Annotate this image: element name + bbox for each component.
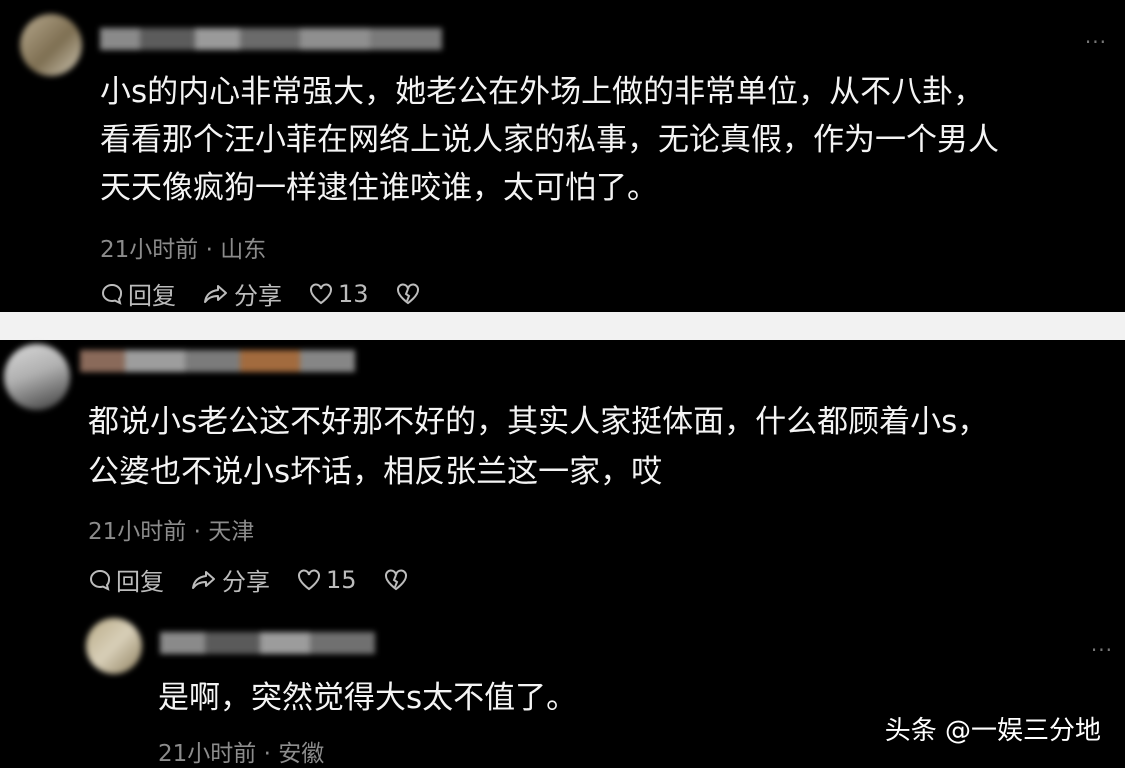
comment-meta: 21小时前 · 天津 xyxy=(88,519,255,545)
share-label: 分享 xyxy=(234,282,282,310)
share-icon xyxy=(204,284,227,303)
reply-button[interactable]: 回复 xyxy=(100,276,176,311)
dislike-button[interactable] xyxy=(395,282,425,306)
username-redacted[interactable] xyxy=(160,632,375,654)
comment-meta: 21小时前 · 山东 xyxy=(100,237,267,263)
comment-icon xyxy=(90,569,111,591)
comment-icon xyxy=(102,283,123,305)
comment-text-line: 小s的内心非常强大，她老公在外场上做的非常单位，从不八卦， xyxy=(100,74,985,110)
panel-divider xyxy=(0,312,1125,340)
comment-text-line: 看看那个汪小菲在网络上说人家的私事，无论真假，作为一个男人 xyxy=(100,122,999,158)
comment-text-line: 天天像疯狗一样逮住谁咬谁，太可怕了。 xyxy=(100,170,658,206)
share-icon xyxy=(192,570,215,589)
comment-text-line: 都说小s老公这不好那不好的，其实人家挺体面，什么都顾着小s， xyxy=(88,404,989,440)
more-icon[interactable]: ··· xyxy=(1085,30,1107,54)
broken-heart-icon xyxy=(396,282,419,304)
reply-label: 回复 xyxy=(128,282,176,310)
broken-heart-icon xyxy=(384,568,407,590)
username-redacted[interactable] xyxy=(100,28,442,50)
watermark: 头条 @一娱三分地 xyxy=(884,716,1101,746)
heart-icon xyxy=(298,568,320,590)
like-button[interactable]: 13 xyxy=(308,280,369,308)
comment-actions: 回复 分享 15 xyxy=(88,562,439,597)
username-redacted[interactable] xyxy=(80,350,355,372)
share-button[interactable]: 分享 xyxy=(202,276,282,311)
dislike-button[interactable] xyxy=(383,568,413,592)
comment-actions: 回复 分享 13 xyxy=(100,276,451,311)
share-label: 分享 xyxy=(222,568,270,596)
share-button[interactable]: 分享 xyxy=(190,562,270,597)
like-count: 13 xyxy=(338,279,369,308)
user-avatar[interactable] xyxy=(20,14,82,76)
like-button[interactable]: 15 xyxy=(296,566,357,594)
user-avatar[interactable] xyxy=(4,344,70,410)
comment-panel-1: ··· 小s的内心非常强大，她老公在外场上做的非常单位，从不八卦， 看看那个汪小… xyxy=(0,0,1125,312)
comment-panel-2: 都说小s老公这不好那不好的，其实人家挺体面，什么都顾着小s， 公婆也不说小s坏话… xyxy=(0,340,1125,767)
comment-text-line: 是啊，突然觉得大s太不值了。 xyxy=(158,680,578,716)
comment-text-line: 公婆也不说小s坏话，相反张兰这一家，哎 xyxy=(88,454,663,490)
heart-icon xyxy=(310,282,332,304)
reply-label: 回复 xyxy=(116,568,164,596)
reply-button[interactable]: 回复 xyxy=(88,562,164,597)
reply-user-avatar[interactable] xyxy=(86,618,142,674)
comment-meta: 21小时前 · 安徽 xyxy=(158,741,325,767)
like-count: 15 xyxy=(326,565,357,594)
more-icon[interactable]: ··· xyxy=(1091,638,1113,662)
